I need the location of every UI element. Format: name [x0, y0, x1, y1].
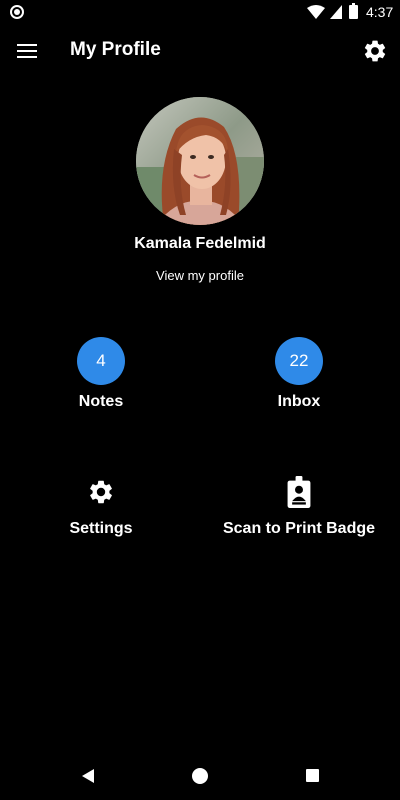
status-bar: 4:37 — [0, 0, 400, 24]
badge-icon — [287, 476, 311, 508]
settings-tile[interactable]: Settings — [11, 476, 191, 538]
menu-icon[interactable] — [16, 40, 38, 64]
gear-icon — [90, 480, 112, 504]
notes-tile[interactable]: 4 Notes — [11, 337, 191, 411]
settings-label: Settings — [69, 520, 133, 537]
scan-badge-tile[interactable]: Scan to Print Badge — [209, 476, 389, 538]
gear-icon[interactable] — [362, 38, 388, 64]
notes-label: Notes — [78, 393, 124, 410]
app-bar: My Profile — [0, 24, 400, 80]
inbox-tile[interactable]: 22 Inbox — [209, 337, 389, 411]
inbox-label: Inbox — [277, 393, 321, 410]
inbox-count-badge: 22 — [275, 337, 323, 385]
screen: 4:37 My Profile Kamala Fedelmid View my … — [0, 0, 400, 800]
notification-icon — [10, 5, 24, 19]
avatar[interactable] — [136, 97, 264, 225]
profile-name: Kamala Fedelmid — [134, 235, 266, 252]
notes-count-badge: 4 — [77, 337, 125, 385]
recent-apps-icon[interactable] — [306, 769, 319, 782]
view-profile-link[interactable]: View my profile — [0, 268, 400, 283]
home-icon[interactable] — [192, 768, 208, 784]
page-title: My Profile — [70, 39, 161, 60]
battery-icon — [349, 3, 358, 19]
scan-badge-label: Scan to Print Badge — [222, 520, 376, 537]
wifi-icon — [307, 5, 325, 19]
avatar-photo — [136, 97, 264, 225]
status-time: 4:37 — [366, 4, 394, 20]
signal-icon — [330, 5, 342, 19]
back-icon[interactable] — [80, 768, 96, 784]
system-nav-bar — [0, 752, 400, 800]
